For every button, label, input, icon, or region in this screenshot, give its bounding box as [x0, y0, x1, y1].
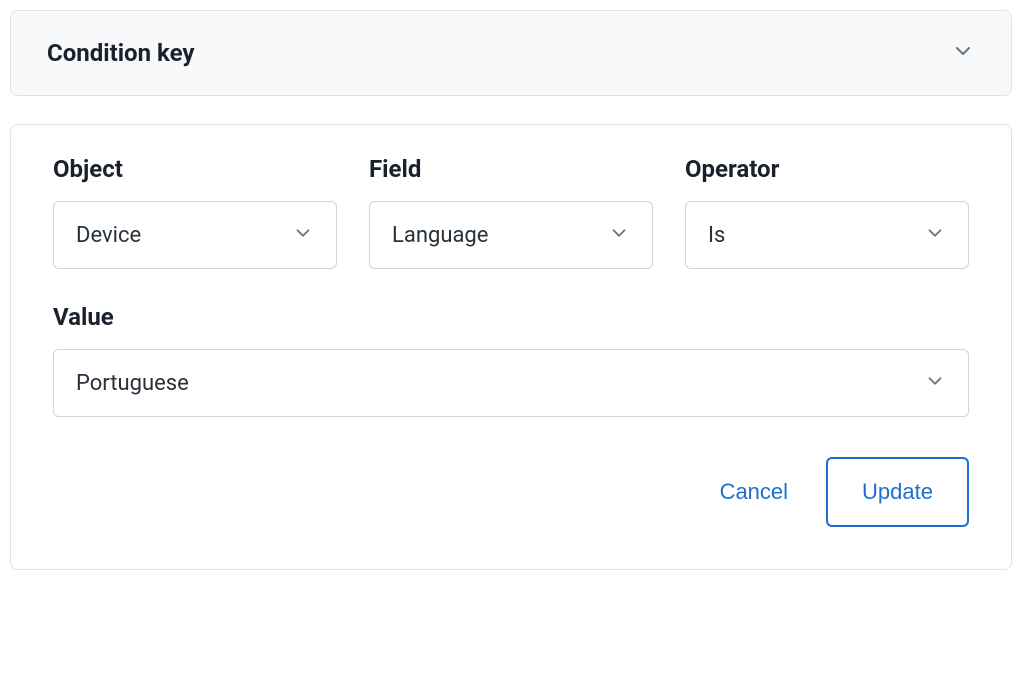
operator-field-group: Operator Is [685, 155, 969, 269]
object-select[interactable]: Device [53, 201, 337, 269]
chevron-down-icon [924, 222, 946, 248]
value-select-value: Portuguese [76, 371, 189, 396]
chevron-down-icon [924, 370, 946, 396]
field-label: Field [369, 155, 653, 183]
object-select-value: Device [76, 223, 141, 248]
operator-select-value: Is [708, 223, 725, 248]
accordion-title: Condition key [47, 39, 194, 67]
cancel-button[interactable]: Cancel [716, 471, 792, 513]
object-label: Object [53, 155, 337, 183]
operator-select[interactable]: Is [685, 201, 969, 269]
chevron-down-icon [951, 39, 975, 67]
field-select[interactable]: Language [369, 201, 653, 269]
value-field-group: Value Portuguese [53, 303, 969, 417]
field-field-group: Field Language [369, 155, 653, 269]
field-select-value: Language [392, 223, 488, 248]
value-select[interactable]: Portuguese [53, 349, 969, 417]
value-label: Value [53, 303, 969, 331]
condition-editor-panel: Object Device Field Language Operator Is [10, 124, 1012, 570]
update-button[interactable]: Update [826, 457, 969, 527]
condition-key-accordion-header[interactable]: Condition key [10, 10, 1012, 96]
object-field-group: Object Device [53, 155, 337, 269]
chevron-down-icon [292, 222, 314, 248]
operator-label: Operator [685, 155, 969, 183]
chevron-down-icon [608, 222, 630, 248]
condition-row: Object Device Field Language Operator Is [53, 155, 969, 269]
button-row: Cancel Update [53, 457, 969, 527]
